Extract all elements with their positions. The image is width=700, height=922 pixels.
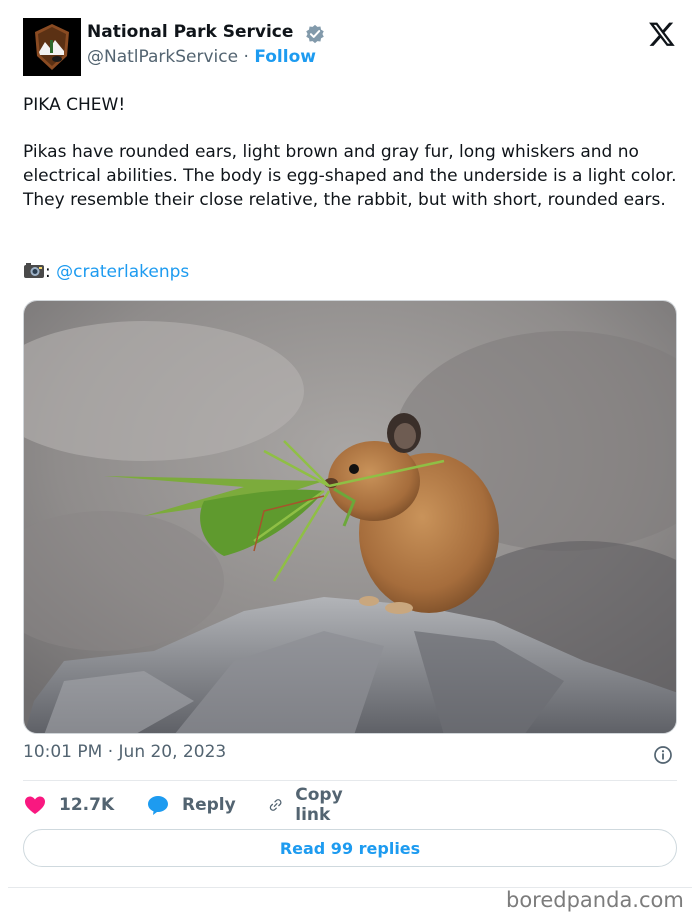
copy-link-label: Copy link	[295, 785, 343, 825]
tweet-body: Pikas have rounded ears, light brown and…	[23, 142, 677, 210]
reply-button[interactable]: Reply	[146, 792, 236, 818]
credit-handle-link[interactable]: @craterlakenps	[56, 262, 189, 282]
tweet-card: National Park Service @NatlParkService ·…	[8, 0, 692, 888]
pika-photo[interactable]	[23, 300, 677, 734]
account-name[interactable]: National Park Service	[87, 22, 293, 42]
handle-row: @NatlParkService · Follow	[87, 47, 316, 67]
reply-label: Reply	[182, 795, 236, 815]
account-handle[interactable]: @NatlParkService	[87, 47, 238, 67]
link-icon	[269, 799, 282, 811]
pika-photo-image	[24, 301, 676, 733]
heart-icon	[25, 796, 45, 814]
tweet-timestamp[interactable]: 10:01 PM · Jun 20, 2023	[23, 742, 226, 762]
divider	[23, 780, 677, 781]
nps-arrowhead-icon	[23, 18, 81, 76]
info-icon[interactable]	[653, 745, 673, 765]
x-logo-icon[interactable]	[648, 20, 676, 48]
reply-bubble-icon	[148, 796, 168, 815]
like-button[interactable]: 12.7K	[23, 792, 114, 818]
photo-credit: : @craterlakenps	[23, 260, 189, 284]
boredpanda-watermark: boredpanda.com	[506, 888, 684, 912]
credit-colon: :	[45, 262, 51, 282]
follow-button[interactable]: Follow	[254, 47, 316, 67]
verified-badge-icon	[306, 24, 324, 44]
tweet-title: PIKA CHEW!	[23, 95, 126, 115]
like-count: 12.7K	[59, 795, 115, 815]
camera-emoji-icon	[24, 263, 44, 278]
copy-link-button[interactable]: Copy link	[268, 785, 351, 825]
nps-logo-avatar[interactable]	[23, 18, 81, 76]
read-replies-button[interactable]: Read 99 replies	[23, 829, 677, 867]
separator-dot: ·	[243, 47, 249, 67]
